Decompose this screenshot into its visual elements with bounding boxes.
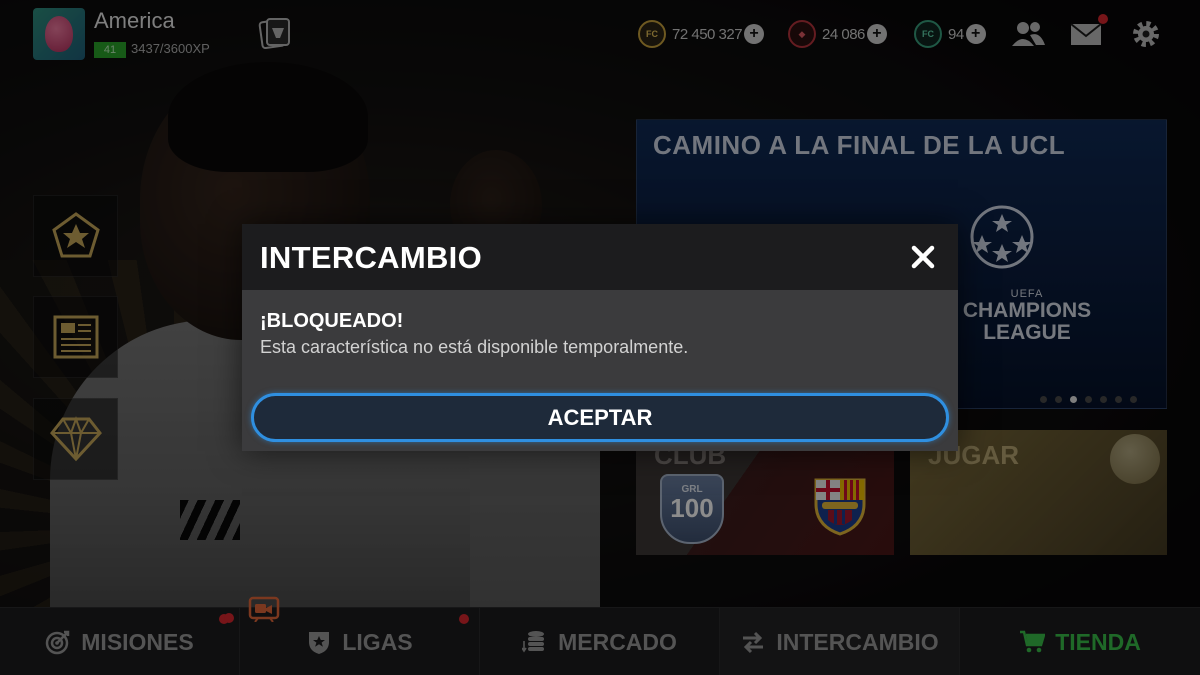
dialog-title: INTERCAMBIO <box>260 240 483 275</box>
dialog-heading: ¡BLOQUEADO! <box>260 310 404 332</box>
dialog-message: Esta característica no está disponible t… <box>260 337 689 357</box>
close-icon[interactable] <box>908 242 938 272</box>
accept-button[interactable]: ACEPTAR <box>251 393 949 442</box>
dialog-header: INTERCAMBIO <box>242 224 958 290</box>
feature-locked-dialog: INTERCAMBIO ¡BLOQUEADO! Esta característ… <box>242 224 958 451</box>
